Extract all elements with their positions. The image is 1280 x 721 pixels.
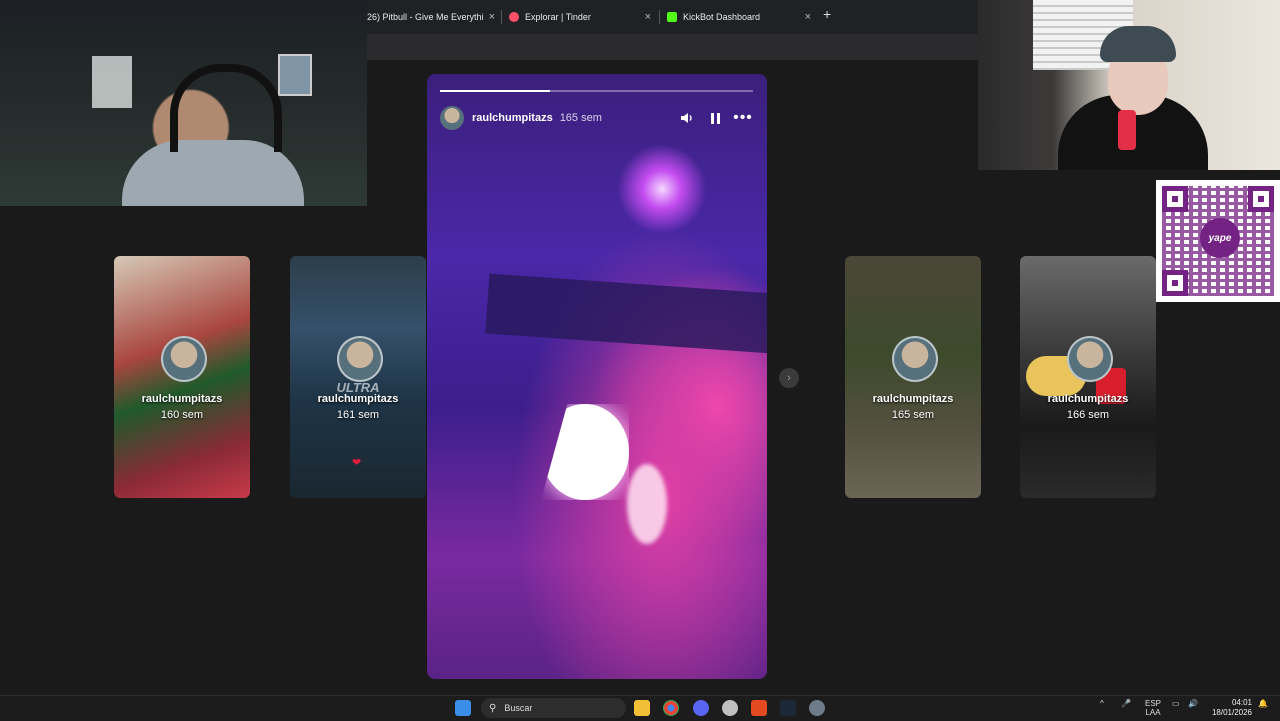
- headset-icon: [170, 64, 282, 152]
- story-age: 165 sem: [891, 409, 935, 421]
- story-card[interactable]: raulchumpitazs 165 sem: [845, 256, 981, 498]
- story-progress-bar: [440, 90, 753, 92]
- drink-bottle: [1118, 110, 1136, 150]
- browser-toolbar: [367, 34, 978, 60]
- story-username: raulchumpitazs: [1047, 393, 1129, 405]
- story-age: 161 sem: [336, 409, 380, 421]
- story-media-light: [541, 404, 629, 500]
- app-4-icon[interactable]: [751, 700, 767, 716]
- tab-kickbot[interactable]: KickBot Dashboard ×: [667, 6, 811, 28]
- tab-separator: [659, 10, 660, 24]
- avatar: [1067, 336, 1113, 382]
- close-tab-icon[interactable]: ×: [645, 11, 651, 23]
- story-username[interactable]: raulchumpitazs: [472, 112, 553, 124]
- avatar[interactable]: [440, 106, 464, 130]
- new-tab-button[interactable]: +: [823, 6, 831, 22]
- story-header: raulchumpitazs 165 sem •••: [440, 105, 753, 131]
- discord-icon[interactable]: [693, 700, 709, 716]
- story-age: 165 sem: [559, 112, 602, 124]
- avatar: [337, 336, 383, 382]
- story-age: 160 sem: [160, 409, 204, 421]
- yape-logo: yape: [1200, 218, 1240, 258]
- qr-finder: [1162, 186, 1188, 212]
- qr-finder: [1248, 186, 1274, 212]
- tab-pitbull[interactable]: 26) Pitbull - Give Me Everything ×: [367, 6, 495, 28]
- avatar: [892, 336, 938, 382]
- story-progress-fill: [440, 90, 550, 92]
- speaker-icon[interactable]: 🔊: [1188, 699, 1198, 708]
- webcam-guest: [978, 0, 1280, 170]
- tab-title: Explorar | Tinder: [525, 12, 591, 22]
- search-box[interactable]: ⚲ Buscar: [481, 698, 626, 718]
- bedroom-window: [92, 56, 132, 108]
- story-media-beam: [485, 273, 767, 355]
- more-dots: •••: [733, 109, 753, 126]
- story-username: raulchumpitazs: [141, 393, 223, 405]
- windows-start-icon[interactable]: [455, 700, 471, 716]
- volume-icon[interactable]: [677, 108, 697, 128]
- language-indicator[interactable]: ESP LAA: [1145, 699, 1161, 717]
- search-placeholder: Buscar: [504, 703, 533, 713]
- photo-frame: [278, 54, 312, 96]
- next-story-button[interactable]: ›: [779, 368, 799, 388]
- story-username: raulchumpitazs: [872, 393, 954, 405]
- story-media-light: [627, 464, 667, 544]
- search-icon: ⚲: [489, 702, 497, 714]
- tab-separator: [501, 10, 502, 24]
- network-icon[interactable]: ▭: [1172, 699, 1180, 708]
- guest-headset: [1100, 26, 1176, 62]
- close-tab-icon[interactable]: ×: [489, 11, 495, 23]
- story-card[interactable]: raulchumpitazs 166 sem: [1020, 256, 1156, 498]
- story-viewer[interactable]: raulchumpitazs 165 sem •••: [427, 74, 767, 679]
- heart-icon: ❤: [352, 457, 362, 469]
- tab-tinder[interactable]: Explorar | Tinder ×: [509, 6, 651, 28]
- file-explorer-icon[interactable]: [634, 700, 650, 716]
- yape-qr-code: yape: [1156, 180, 1280, 302]
- steam-icon[interactable]: [780, 700, 796, 716]
- browser-tab-bar: 26) Pitbull - Give Me Everything × Explo…: [367, 0, 978, 35]
- microphone-icon[interactable]: 🎤: [1121, 699, 1131, 708]
- time: 04:01: [1231, 698, 1252, 707]
- keyboard-layout: LAA: [1145, 708, 1161, 717]
- story-card[interactable]: ULTRA raulchumpitazs 161 sem ❤: [290, 256, 426, 498]
- qr-finder: [1162, 270, 1188, 296]
- story-card[interactable]: raulchumpitazs 160 sem: [114, 256, 250, 498]
- clock[interactable]: 04:01 18/01/2026: [1208, 698, 1252, 718]
- story-username: raulchumpitazs: [317, 393, 399, 405]
- more-icon[interactable]: •••: [733, 108, 753, 128]
- close-tab-icon[interactable]: ×: [805, 11, 811, 23]
- tinder-flame-icon: [509, 12, 519, 22]
- avatar: [161, 336, 207, 382]
- webcam-streamer: [0, 0, 367, 206]
- chevron-up-icon[interactable]: ^: [1100, 699, 1104, 708]
- settings-gear-icon[interactable]: [809, 700, 825, 716]
- pause-icon[interactable]: [705, 108, 725, 128]
- date: 18/01/2026: [1211, 708, 1252, 717]
- chrome-icon[interactable]: [663, 700, 679, 716]
- kickbot-icon: [667, 12, 677, 22]
- tab-title: KickBot Dashboard: [683, 12, 761, 22]
- story-media-flare: [617, 144, 707, 234]
- story-age: 166 sem: [1066, 409, 1110, 421]
- taskbar: ⚲ Buscar ^ 🎤 ESP LAA ▭ 🔊 04:01 18/01/202…: [0, 695, 1280, 721]
- language-code: ESP: [1145, 699, 1162, 708]
- tab-title: 26) Pitbull - Give Me Everything: [367, 12, 483, 22]
- pause-bars: [710, 112, 720, 124]
- notification-icon[interactable]: 🔔: [1258, 699, 1268, 708]
- app-icon[interactable]: [722, 700, 738, 716]
